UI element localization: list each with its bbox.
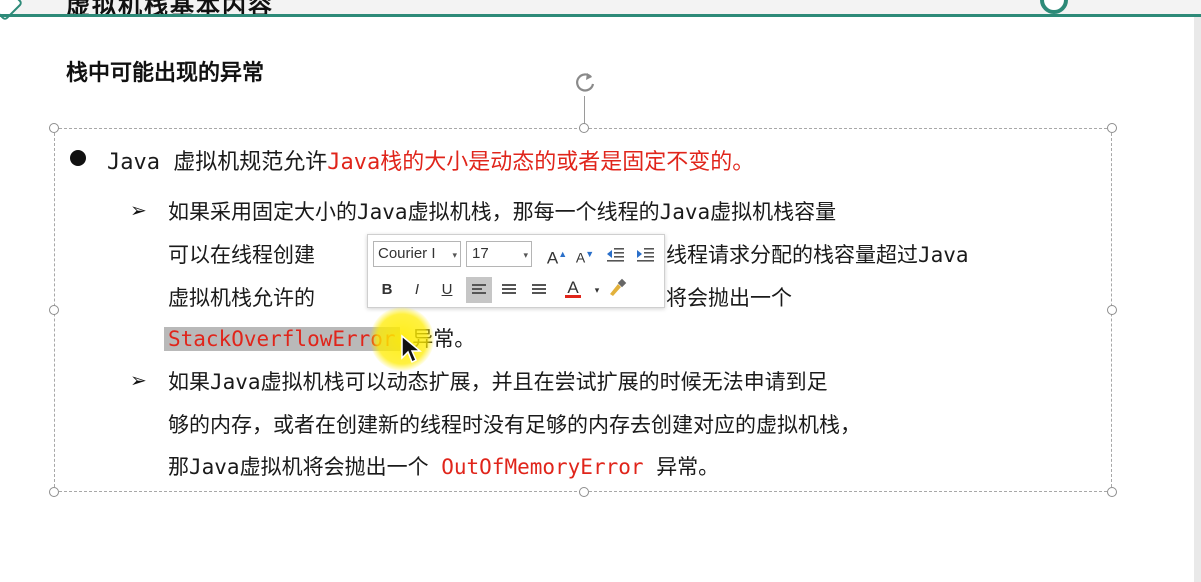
align-center-icon	[502, 284, 516, 296]
sub2-line3-start: 那Java虚拟机将会抛出一个	[168, 455, 429, 479]
arrow-bullet-icon: ➢	[130, 368, 147, 392]
font-color-swatch	[565, 295, 581, 298]
rotation-connector	[584, 96, 585, 124]
scrollbar[interactable]	[1194, 17, 1201, 582]
header-divider	[0, 14, 1201, 17]
resize-handle-br[interactable]	[1107, 487, 1117, 497]
align-right-icon	[532, 284, 546, 296]
shrink-font-label: A	[575, 249, 586, 266]
increase-indent-button[interactable]	[632, 241, 658, 267]
font-name-select[interactable]: Courier I ▾	[373, 241, 461, 267]
italic-button[interactable]: I	[404, 277, 430, 303]
font-size-select[interactable]: 17 ▾	[466, 241, 532, 267]
align-left-icon	[472, 284, 486, 296]
align-left-button[interactable]	[466, 277, 492, 303]
resize-handle-ml[interactable]	[49, 305, 59, 315]
shrink-font-button[interactable]: A▼	[572, 241, 598, 267]
grow-font-button[interactable]: A▲	[544, 241, 570, 268]
sub1-line2-start[interactable]: 可以在线程创建	[168, 239, 315, 269]
align-right-button[interactable]	[526, 277, 552, 303]
bullet-text[interactable]: Java 虚拟机规范允许Java栈的大小是动态的或者是固定不变的。	[107, 144, 754, 176]
decrease-indent-icon	[607, 248, 624, 262]
slide-title: 虚拟机栈基本内容	[66, 0, 274, 20]
format-painter-button[interactable]	[604, 275, 630, 301]
sub2-line1[interactable]: 如果Java虚拟机栈可以动态扩展，并且在尝试扩展的时候无法申请到足	[168, 366, 828, 396]
resize-handle-bc[interactable]	[579, 487, 589, 497]
chevron-down-icon: ▾	[523, 250, 528, 260]
resize-handle-tl[interactable]	[49, 123, 59, 133]
font-name-value: Courier I	[378, 245, 436, 262]
increase-indent-icon	[637, 248, 654, 262]
resize-handle-tr[interactable]	[1107, 123, 1117, 133]
bold-button[interactable]: B	[374, 277, 400, 303]
sub1-line2-end[interactable]: 线程请求分配的栈容量超过Java	[666, 239, 969, 269]
grow-font-label: A	[546, 248, 559, 268]
resize-handle-bl[interactable]	[49, 487, 59, 497]
sub2-suffix: 异常。	[656, 455, 720, 479]
stackoverflow-error-selected[interactable]: StackOverflowError	[164, 327, 400, 351]
sub1-line3-start[interactable]: 虚拟机栈允许的	[168, 282, 315, 312]
section-heading: 栈中可能出现的异常	[66, 61, 265, 86]
chevron-down-icon: ▾	[452, 250, 457, 260]
align-center-button[interactable]	[496, 277, 522, 303]
underline-button[interactable]: U	[434, 277, 460, 303]
resize-handle-mr[interactable]	[1107, 305, 1117, 315]
font-color-button[interactable]: A	[560, 275, 586, 301]
sub2-line3[interactable]: 那Java虚拟机将会抛出一个 OutOfMemoryError 异常。	[168, 451, 719, 481]
mouse-pointer-icon	[401, 334, 422, 364]
decrease-indent-button[interactable]	[602, 241, 628, 267]
outofmemory-error: OutOfMemoryError	[441, 455, 644, 479]
sub1-line3-end[interactable]: 将会抛出一个	[666, 282, 792, 312]
arrow-bullet-icon: ➢	[130, 198, 147, 222]
sub2-line2[interactable]: 够的内存，或者在创建新的线程时没有足够的内存去创建对应的虚拟机栈，	[168, 409, 861, 439]
resize-handle-tc[interactable]	[579, 123, 589, 133]
bullet-dot	[70, 150, 86, 166]
format-painter-icon	[610, 278, 627, 296]
sub1-line1[interactable]: 如果采用固定大小的Java虚拟机栈，那每一个线程的Java虚拟机栈容量	[168, 196, 836, 226]
bullet-prefix: Java 虚拟机规范允许	[107, 150, 328, 175]
bullet-red-text: Java栈的大小是动态的或者是固定不变的。	[327, 150, 755, 175]
rotate-handle-icon[interactable]	[571, 68, 599, 96]
mini-format-toolbar: Courier I ▾ 17 ▾ A▲ A▼ B I U A ▾	[367, 234, 665, 308]
font-size-value: 17	[472, 245, 489, 262]
